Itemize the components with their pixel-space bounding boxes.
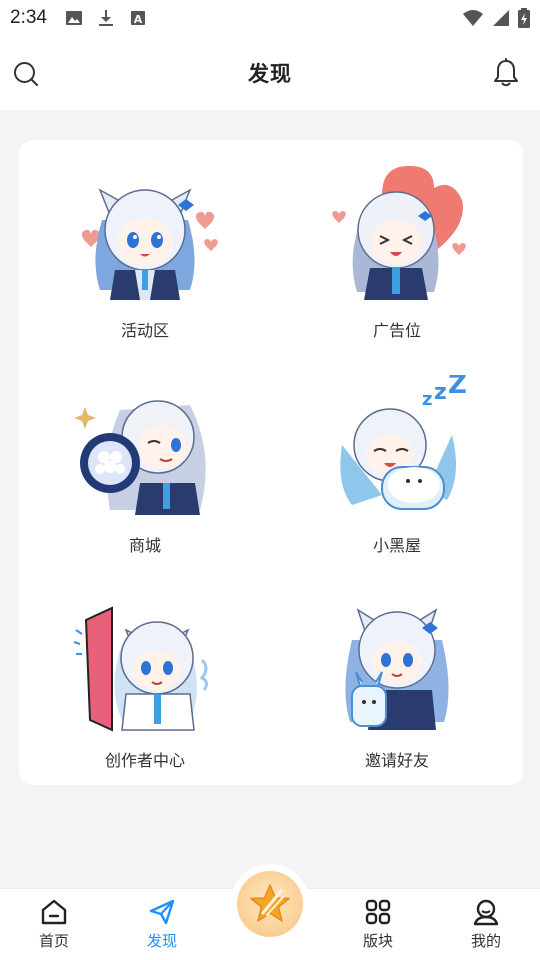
status-icons-right: [462, 8, 530, 28]
nav-item-home[interactable]: 首页: [0, 889, 108, 960]
nav-item-discover[interactable]: 发现: [108, 889, 216, 960]
wifi-icon: [463, 10, 483, 26]
search-icon[interactable]: [12, 60, 40, 88]
nav-item-sections[interactable]: 版块: [324, 889, 432, 960]
nav-label: 发现: [146, 932, 177, 950]
grid-item-invite-friends[interactable]: 邀请好友: [271, 570, 523, 785]
grid-item-label: 广告位: [372, 321, 421, 340]
grid-item-label: 小黑屋: [372, 536, 421, 555]
user-icon: [473, 899, 499, 926]
text-a-icon: A: [130, 11, 145, 26]
grid-item-label: 创作者中心: [104, 751, 185, 770]
mascot-hearts-illustration: [81, 188, 218, 300]
svg-text:Z: Z: [448, 375, 467, 400]
signal-icon: [493, 10, 509, 26]
mascot-balloon-illustration: [332, 165, 466, 300]
feature-grid: 活动区 广告位 商城 z z Z 小黑屋 创作者中心 邀请好友: [19, 140, 523, 785]
paper-plane-icon: [149, 899, 175, 925]
grid-item-label: 邀请好友: [364, 751, 429, 770]
center-button-inner: [237, 871, 303, 937]
mascot-bouquet-illustration: [74, 400, 206, 515]
nav-item-profile[interactable]: 我的: [432, 889, 540, 960]
grid-item-mall[interactable]: 商城: [19, 355, 271, 570]
grid-item-label: 活动区: [120, 321, 169, 340]
grid-item-activity[interactable]: 活动区: [19, 140, 271, 355]
feature-card: 活动区 广告位 商城 z z Z 小黑屋 创作者中心 邀请好友: [19, 140, 523, 785]
mascot-plush-illustration: [345, 608, 449, 730]
home-icon: [41, 899, 67, 925]
battery-icon: [518, 8, 530, 28]
mascot-sleeping-illustration: z z Z: [340, 375, 467, 510]
top-header: 发现: [0, 36, 540, 110]
status-time: 2:34: [10, 7, 47, 28]
bell-icon[interactable]: [492, 58, 520, 88]
svg-text:z: z: [422, 389, 432, 410]
nav-label: 首页: [38, 932, 69, 950]
grid-item-creator-center[interactable]: 创作者中心: [19, 570, 271, 785]
svg-text:A: A: [134, 13, 143, 26]
download-icon: [98, 10, 113, 26]
status-bar: 2:34 A: [0, 0, 540, 36]
nav-label: 我的: [470, 932, 501, 950]
status-icons-left: A: [65, 9, 147, 27]
center-create-button[interactable]: [230, 864, 310, 944]
star-pen-icon: [250, 884, 290, 922]
grid-item-label: 商城: [128, 536, 161, 555]
grid-item-ads[interactable]: 广告位: [271, 140, 523, 355]
page-title: 发现: [248, 62, 292, 86]
grid-icon: [365, 899, 391, 925]
mascot-door-illustration: [73, 606, 209, 732]
grid-item-blacklist[interactable]: z z Z 小黑屋: [271, 355, 523, 570]
nav-label: 版块: [362, 932, 393, 950]
image-icon: [65, 11, 82, 25]
svg-text:z: z: [434, 380, 447, 405]
